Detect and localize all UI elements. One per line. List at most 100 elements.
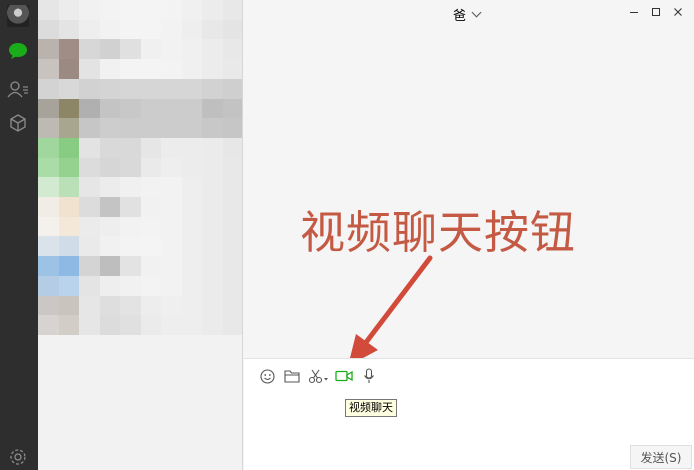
mosaic-tile [38, 177, 60, 198]
mosaic-tile [38, 19, 60, 40]
mosaic-tile [58, 39, 80, 60]
video-call-icon[interactable] [335, 367, 353, 385]
mosaic-tile [38, 256, 60, 277]
mosaic-tile [79, 118, 101, 139]
mosaic-tile [181, 78, 203, 100]
avatar[interactable] [7, 5, 29, 27]
chat-panel: 爸 视频聊天按钮 视频聊天 发送(S) [244, 0, 694, 470]
mosaic-tile [120, 197, 142, 218]
mosaic-tile [38, 315, 60, 336]
mosaic-tile [202, 256, 224, 277]
mosaic-tile [140, 78, 162, 100]
mosaic-tile [120, 78, 142, 100]
maximize-button[interactable] [648, 5, 664, 19]
contact-list[interactable] [38, 0, 243, 470]
mosaic-tile [79, 275, 101, 297]
mosaic-tile [161, 256, 183, 277]
mosaic-tile [99, 137, 121, 159]
mosaic-tile [58, 98, 80, 119]
mosaic-tile [38, 197, 60, 218]
mosaic-tile [38, 98, 60, 119]
mosaic-tile [99, 256, 121, 277]
mosaic-tile [38, 59, 60, 80]
message-input-area[interactable]: 视频聊天 发送(S) [244, 359, 694, 470]
settings-icon[interactable] [7, 446, 29, 468]
mosaic-tile [99, 295, 121, 316]
mosaic-tile [161, 39, 183, 60]
microphone-icon[interactable] [360, 367, 378, 385]
mosaic-tile [140, 177, 162, 198]
mosaic-tile [222, 177, 242, 198]
mosaic-tile [58, 78, 80, 100]
mosaic-tile [79, 137, 101, 159]
mosaic-tile [79, 197, 101, 218]
mosaic-tile [202, 216, 224, 237]
mosaic-tile [99, 157, 121, 178]
mosaic-tile [222, 275, 242, 297]
mosaic-tile [120, 216, 142, 237]
mosaic-tile [202, 137, 224, 159]
mosaic-tile [58, 256, 80, 277]
mosaic-tile [181, 157, 203, 178]
mosaic-tile [140, 59, 162, 80]
close-button[interactable] [670, 5, 686, 19]
mosaic-tile [79, 236, 101, 257]
mosaic-tile [161, 315, 183, 336]
mosaic-tile [161, 0, 183, 21]
mosaic-tile [120, 177, 142, 198]
mosaic-tile [222, 0, 242, 21]
mosaic-tile [161, 118, 183, 139]
mosaic-tile [140, 39, 162, 60]
mosaic-tile [99, 236, 121, 257]
mosaic-tile [58, 137, 80, 159]
mosaic-tile [181, 236, 203, 257]
mosaic-tile [181, 315, 203, 336]
mosaic-tile [99, 98, 121, 119]
mosaic-tile [161, 216, 183, 237]
mosaic-tile [38, 216, 60, 237]
chat-icon[interactable] [7, 40, 29, 62]
send-button[interactable]: 发送(S) [630, 445, 692, 469]
mosaic-tile [38, 118, 60, 139]
mosaic-tile [99, 118, 121, 139]
mosaic-tile [161, 78, 183, 100]
mosaic-tile [120, 137, 142, 159]
chat-title[interactable]: 爸 [453, 5, 482, 24]
mosaic-tile [79, 19, 101, 40]
video-call-tooltip: 视频聊天 [345, 399, 397, 417]
emoji-icon[interactable] [258, 367, 276, 385]
mosaic-tile [202, 295, 224, 316]
mosaic-tile [140, 295, 162, 316]
mosaic-tile [120, 157, 142, 178]
minimize-button[interactable] [626, 5, 642, 19]
mosaic-tile [79, 216, 101, 237]
mosaic-tile [140, 275, 162, 297]
contacts-icon[interactable] [7, 78, 29, 100]
mosaic-tile [222, 197, 242, 218]
favorites-icon[interactable] [7, 112, 29, 134]
mosaic-tile [202, 275, 224, 297]
mosaic-tile [38, 0, 60, 21]
folder-icon[interactable] [283, 367, 301, 385]
mosaic-tile [202, 177, 224, 198]
mosaic-tile [202, 59, 224, 80]
mosaic-tile [140, 197, 162, 218]
mosaic-tile [181, 177, 203, 198]
mosaic-tile [79, 78, 101, 100]
mosaic-tile [58, 177, 80, 198]
mosaic-tile [58, 295, 80, 316]
mosaic-tile [120, 39, 142, 60]
mosaic-tile [161, 275, 183, 297]
mosaic-tile [99, 78, 121, 100]
mosaic-tile [222, 295, 242, 316]
mosaic-tile [120, 118, 142, 139]
mosaic-tile [58, 19, 80, 40]
contact-list-empty-area [38, 335, 242, 470]
mosaic-tile [79, 295, 101, 316]
mosaic-tile [222, 157, 242, 178]
scissors-icon[interactable] [308, 367, 330, 385]
mosaic-tile [79, 177, 101, 198]
mosaic-tile [140, 137, 162, 159]
mosaic-tile [161, 19, 183, 40]
mosaic-tile [140, 98, 162, 119]
